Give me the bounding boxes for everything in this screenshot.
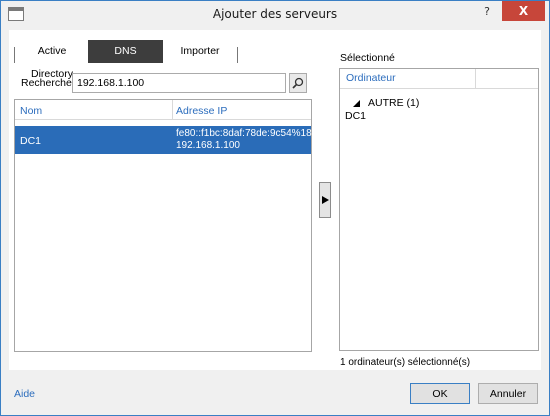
title-bar: Ajouter des serveurs ? X [1,1,549,29]
tab-separator [14,47,15,63]
list-item[interactable]: DC1 [345,110,366,122]
tab-active-directory[interactable]: Active Directory [17,40,87,80]
table-row[interactable]: DC1 fe80::f1bc:8daf:78de:9c54%18 192.168… [15,126,312,154]
search-label: Recherche : [21,77,78,89]
cell-name: DC1 [20,135,42,147]
column-header-ip[interactable]: Adresse IP [176,105,227,117]
column-divider[interactable] [475,69,476,89]
dialog-window: Ajouter des serveurs ? X Active Director… [0,0,550,416]
ip-line-ipv4: 192.168.1.100 [176,140,240,151]
window-title: Ajouter des serveurs [212,7,338,21]
results-header: Nom Adresse IP [15,100,311,120]
selection-list: Ordinateur AUTRE (1) DC1 [339,68,539,351]
selection-label: Sélectionné [340,52,395,64]
add-to-selection-button[interactable] [319,182,331,218]
help-link[interactable]: Aide [14,388,35,400]
tab-separator [237,47,238,63]
column-divider[interactable] [172,100,173,120]
tab-importer[interactable]: Importer [163,40,237,63]
cancel-button[interactable]: Annuler [478,383,538,404]
close-button[interactable]: X [502,1,545,21]
column-header-computer[interactable]: Ordinateur [346,72,396,84]
ip-line-ipv6: fe80::f1bc:8daf:78de:9c54%18 [176,128,312,139]
selection-header: Ordinateur [340,69,538,89]
selection-count: 1 ordinateur(s) sélectionné(s) [340,357,471,368]
search-button[interactable] [289,73,307,93]
tab-dns[interactable]: DNS [88,40,163,63]
help-button[interactable]: ? [474,1,500,21]
column-header-name[interactable]: Nom [20,105,42,117]
ok-button[interactable]: OK [410,383,470,404]
cell-ip: fe80::f1bc:8daf:78de:9c54%18 192.168.1.1… [176,128,312,152]
search-icon [292,77,304,89]
group-label: AUTRE (1) [368,97,420,109]
results-grid: Nom Adresse IP DC1 fe80::f1bc:8daf:78de:… [14,99,312,352]
collapse-triangle-icon[interactable] [353,99,360,107]
arrow-right-icon [321,196,329,204]
group-autre[interactable]: AUTRE (1) [353,97,419,109]
search-input[interactable] [72,73,286,93]
